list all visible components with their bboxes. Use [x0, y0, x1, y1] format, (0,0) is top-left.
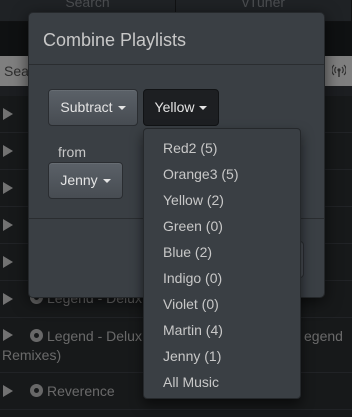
first-playlist-dropdown-label: Yellow — [154, 99, 195, 115]
dropdown-item-blue[interactable]: Blue (2) — [144, 239, 300, 265]
caret-down-icon — [102, 179, 111, 183]
caret-down-icon — [199, 106, 208, 110]
dropdown-item-yellow[interactable]: Yellow (2) — [144, 187, 300, 213]
second-playlist-dropdown-button[interactable]: Jenny — [48, 162, 123, 199]
dropdown-item-orange3[interactable]: Orange3 (5) — [144, 161, 300, 187]
caret-down-icon — [117, 106, 126, 110]
second-playlist-dropdown-label: Jenny — [60, 172, 98, 188]
dropdown-item-violet[interactable]: Violet (0) — [144, 291, 300, 317]
dialog-title: Combine Playlists — [43, 30, 187, 50]
playlist-dropdown-menu: Red2 (5) Orange3 (5) Yellow (2) Green (0… — [143, 128, 301, 399]
dropdown-item-indigo[interactable]: Indigo (0) — [144, 265, 300, 291]
dropdown-item-green[interactable]: Green (0) — [144, 213, 300, 239]
dialog-header-divider — [29, 64, 324, 65]
operation-dropdown-label: Subtract — [60, 99, 113, 115]
first-playlist-dropdown-button[interactable]: Yellow — [143, 89, 219, 126]
operation-dropdown-button[interactable]: Subtract — [48, 89, 138, 126]
dropdown-item-all-music[interactable]: All Music — [144, 369, 300, 395]
dropdown-item-jenny[interactable]: Jenny (1) — [144, 343, 300, 369]
from-label: from — [58, 144, 86, 160]
dropdown-item-red2[interactable]: Red2 (5) — [144, 135, 300, 161]
dropdown-item-martin[interactable]: Martin (4) — [144, 317, 300, 343]
